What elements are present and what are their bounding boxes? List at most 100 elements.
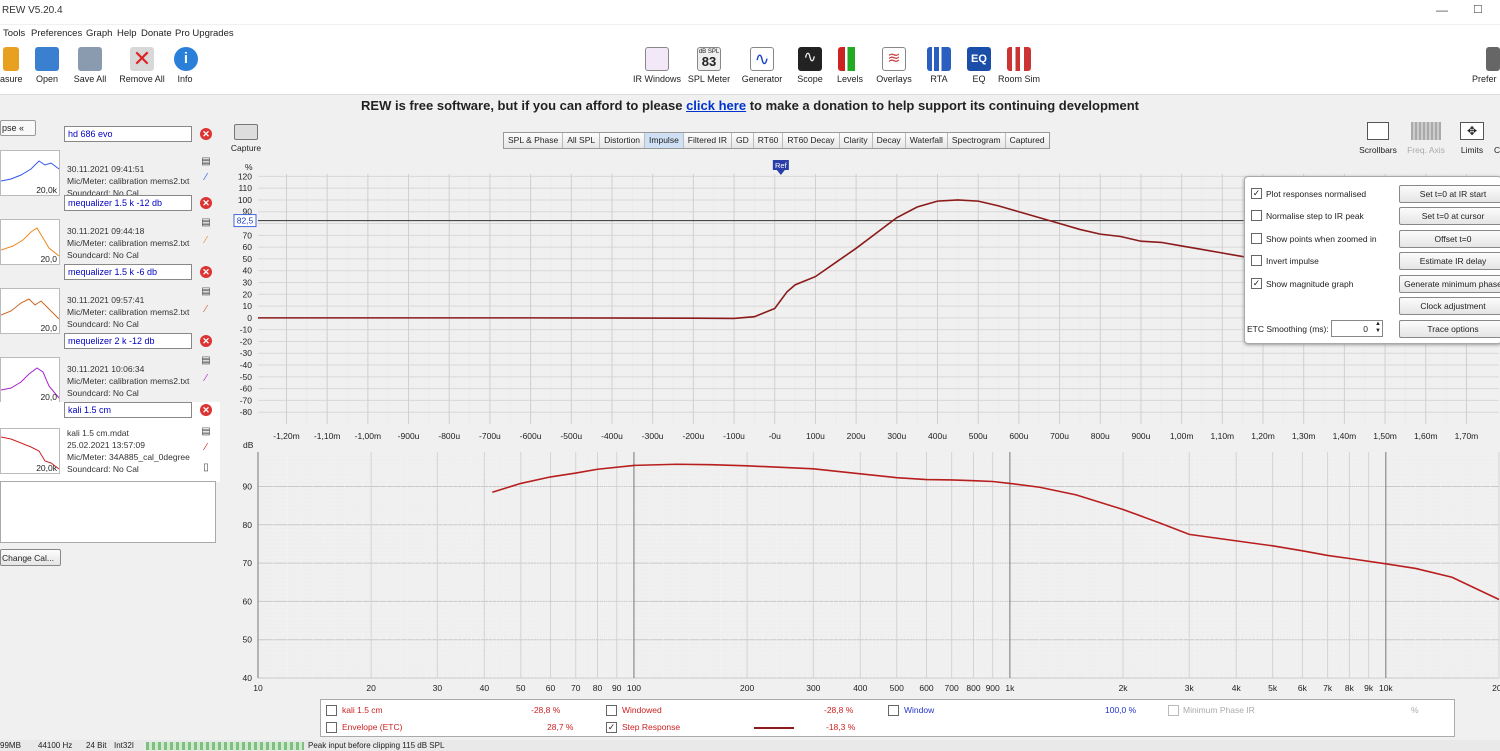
impulse-x-tick: -1,10m bbox=[314, 431, 340, 441]
impulse-x-tick: -500u bbox=[560, 431, 582, 441]
etc-smoothing-label: ETC Smoothing (ms): bbox=[1247, 324, 1329, 334]
legend-checkbox[interactable] bbox=[326, 722, 337, 733]
magnitude-x-tick: 100 bbox=[627, 683, 641, 693]
impulse-y-tick: 70 bbox=[243, 230, 253, 240]
impulse-x-tick: 900u bbox=[1131, 431, 1150, 441]
impulse-x-tick: 1,10m bbox=[1211, 431, 1235, 441]
legend-value: 100,0 % bbox=[1105, 705, 1137, 715]
legend-label: Windowed bbox=[622, 705, 662, 715]
impulse-x-tick: 1,20m bbox=[1251, 431, 1275, 441]
impulse-x-tick: 600u bbox=[1009, 431, 1028, 441]
clock-adjustment-button[interactable]: Clock adjustment bbox=[1399, 297, 1500, 315]
status-bar: 99MB 44100 Hz 24 Bit Int32I Peak input b… bbox=[0, 740, 1500, 751]
magnitude-y-tick: 80 bbox=[243, 520, 253, 530]
legend-value: -18,3 % bbox=[826, 722, 856, 732]
show-points-label: Show points when zoomed in bbox=[1266, 234, 1377, 244]
impulse-x-tick: 300u bbox=[887, 431, 906, 441]
impulse-x-tick: -900u bbox=[398, 431, 420, 441]
trace-legend: kali 1.5 cm -28,8 % Windowed -28,8 % Win… bbox=[320, 699, 1455, 737]
magnitude-x-tick: 400 bbox=[853, 683, 867, 693]
magnitude-x-tick: 1k bbox=[1005, 683, 1015, 693]
legend-checkbox[interactable]: ✓ bbox=[606, 722, 617, 733]
generate-minimum-phase-button[interactable]: Generate minimum phase bbox=[1399, 275, 1500, 293]
magnitude-x-tick: 90 bbox=[612, 683, 622, 693]
status-format: Int32I bbox=[114, 741, 135, 750]
impulse-y-tick: 110 bbox=[238, 183, 252, 193]
magnitude-x-tick: 5k bbox=[1268, 683, 1278, 693]
impulse-x-tick: -100u bbox=[723, 431, 745, 441]
impulse-y-tick: 50 bbox=[243, 254, 253, 264]
cursor-value-label: 82,5 bbox=[237, 216, 254, 226]
magnitude-x-tick: 8k bbox=[1345, 683, 1355, 693]
invert-impulse-label: Invert impulse bbox=[1266, 256, 1319, 266]
legend-value: -28,8 % bbox=[824, 705, 854, 715]
magnitude-y-tick: 40 bbox=[243, 673, 253, 683]
legend-checkbox[interactable] bbox=[606, 705, 617, 716]
offset-t0-button[interactable]: Offset t=0 bbox=[1399, 230, 1500, 248]
charts-canvas[interactable]: 1201101009080706050403020100-10-20-30-40… bbox=[0, 0, 1500, 751]
magnitude-x-tick: 500 bbox=[890, 683, 904, 693]
magnitude-x-tick: 70 bbox=[571, 683, 581, 693]
magnitude-x-tick: 2k bbox=[1119, 683, 1129, 693]
magnitude-x-tick: 4k bbox=[1232, 683, 1242, 693]
impulse-x-tick: 1,60m bbox=[1414, 431, 1438, 441]
magnitude-x-tick: 60 bbox=[546, 683, 556, 693]
legend-value: % bbox=[1411, 705, 1419, 715]
ref-marker-label: Ref bbox=[775, 161, 788, 170]
impulse-x-tick: -200u bbox=[682, 431, 704, 441]
impulse-x-tick: 200u bbox=[847, 431, 866, 441]
checkbox-show-magnitude[interactable]: ✓ bbox=[1251, 278, 1262, 289]
impulse-x-tick: 1,40m bbox=[1333, 431, 1357, 441]
legend-checkbox[interactable] bbox=[1168, 705, 1179, 716]
magnitude-y-tick: 90 bbox=[243, 481, 253, 491]
legend-label: Envelope (ETC) bbox=[342, 722, 403, 732]
impulse-y-tick: -70 bbox=[240, 395, 253, 405]
set-t0-cursor-button[interactable]: Set t=0 at cursor bbox=[1399, 207, 1500, 225]
impulse-y-tick: -60 bbox=[240, 384, 253, 394]
checkbox-plot-normalised[interactable]: ✓ bbox=[1251, 188, 1262, 199]
etc-smoothing-spinner[interactable]: 0 ▲ ▼ bbox=[1331, 320, 1383, 337]
legend-label: Minimum Phase IR bbox=[1183, 705, 1255, 715]
legend-checkbox[interactable] bbox=[888, 705, 899, 716]
status-bit-depth: 24 Bit bbox=[86, 741, 107, 750]
magnitude-x-tick: 6k bbox=[1298, 683, 1308, 693]
spinner-arrows-icon[interactable]: ▲ ▼ bbox=[1375, 321, 1381, 335]
impulse-x-tick: 1,50m bbox=[1373, 431, 1397, 441]
impulse-controls-panel: ✓ Plot responses normalised Normalise st… bbox=[1244, 176, 1500, 344]
estimate-ir-delay-button[interactable]: Estimate IR delay bbox=[1399, 252, 1500, 270]
impulse-y-tick: 60 bbox=[243, 242, 253, 252]
legend-value: 28,7 % bbox=[547, 722, 574, 732]
checkbox-show-points[interactable] bbox=[1251, 233, 1262, 244]
legend-label: Step Response bbox=[622, 722, 681, 732]
magnitude-x-tick: 800 bbox=[966, 683, 980, 693]
legend-label: Window bbox=[904, 705, 935, 715]
impulse-x-tick: 800u bbox=[1091, 431, 1110, 441]
plot-normalised-label: Plot responses normalised bbox=[1266, 189, 1367, 199]
impulse-y-tick: 120 bbox=[238, 171, 252, 181]
impulse-y-tick: -10 bbox=[240, 325, 253, 335]
impulse-x-tick: 500u bbox=[969, 431, 988, 441]
checkbox-normalise-step[interactable] bbox=[1251, 210, 1262, 221]
magnitude-x-tick: 10 bbox=[253, 683, 263, 693]
impulse-x-tick: -0u bbox=[769, 431, 782, 441]
impulse-x-tick: -300u bbox=[642, 431, 664, 441]
impulse-y-tick: -50 bbox=[240, 372, 253, 382]
impulse-x-tick: 100u bbox=[806, 431, 825, 441]
magnitude-x-tick: 30 bbox=[433, 683, 443, 693]
trace-options-button[interactable]: Trace options bbox=[1399, 320, 1500, 338]
legend-value: -28,8 % bbox=[531, 705, 561, 715]
impulse-y-tick: 20 bbox=[243, 289, 253, 299]
magnitude-x-tick: 300 bbox=[806, 683, 820, 693]
magnitude-x-tick: 80 bbox=[593, 683, 603, 693]
set-t0-ir-start-button[interactable]: Set t=0 at IR start bbox=[1399, 185, 1500, 203]
magnitude-x-tick: 7k bbox=[1323, 683, 1333, 693]
impulse-y-tick: -30 bbox=[240, 348, 253, 358]
magnitude-x-tick: 200 bbox=[740, 683, 754, 693]
impulse-y-tick: 100 bbox=[238, 195, 252, 205]
checkbox-invert-impulse[interactable] bbox=[1251, 255, 1262, 266]
status-memory: 99MB bbox=[0, 741, 21, 750]
legend-checkbox[interactable] bbox=[326, 705, 337, 716]
magnitude-x-tick: 3k bbox=[1185, 683, 1195, 693]
magnitude-x-tick: 700 bbox=[945, 683, 959, 693]
status-sample-rate: 44100 Hz bbox=[38, 741, 73, 750]
